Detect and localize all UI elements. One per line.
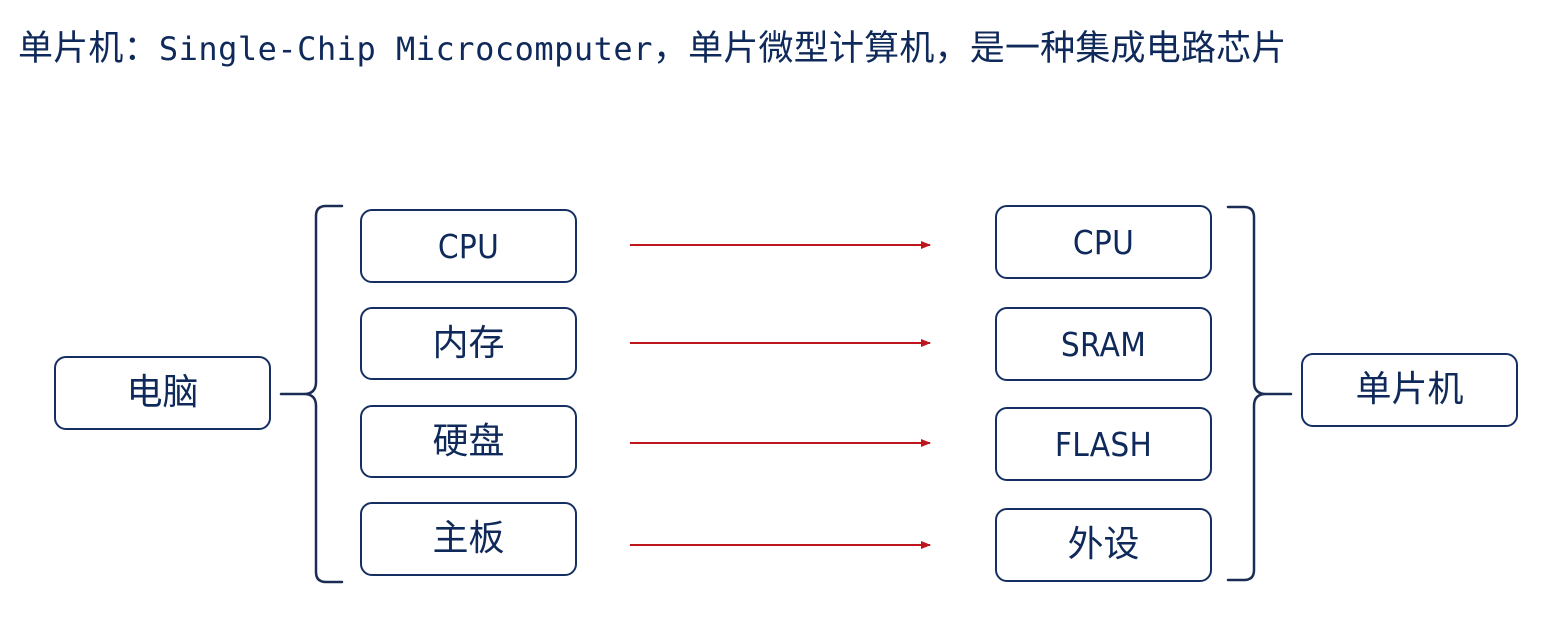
mcu-part-cpu: CPU [995,205,1212,279]
computer-part-storage: 硬盘 [360,405,577,478]
left-brace [279,204,344,584]
title-suffix: ，单片微型计算机，是一种集成电路芯片 [652,29,1287,69]
computer-part-memory: 内存 [360,307,577,380]
page-title: 单片机：Single-Chip Microcomputer，单片微型计算机，是一… [18,20,1287,78]
mcu-part-peripherals: 外设 [995,508,1212,582]
computer-part-board: 主板 [360,502,577,576]
diagram-connectors [279,204,1293,584]
title-prefix: 单片机： [18,29,159,69]
mcu-part-flash: FLASH [995,407,1212,481]
title-latin: Single-Chip Microcomputer [158,30,653,68]
mcu-box: 单片机 [1301,353,1518,427]
computer-part-cpu: CPU [360,209,577,283]
right-brace [1226,205,1293,582]
computer-box: 电脑 [54,356,271,430]
mcu-part-sram: SRAM [995,307,1212,381]
